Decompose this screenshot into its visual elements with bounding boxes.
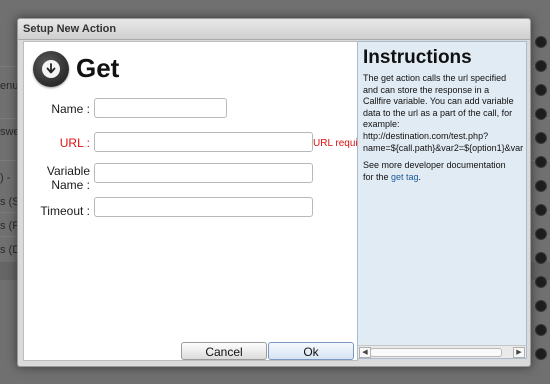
name-label: Name :	[51, 102, 90, 116]
background-action-icon	[535, 276, 547, 288]
cancel-button[interactable]: Cancel	[181, 342, 267, 360]
setup-action-dialog: Setup New Action Get Name : URL : URL re…	[17, 18, 531, 367]
action-form: Get Name : URL : URL required Variable N…	[23, 41, 372, 361]
background-action-icon	[535, 252, 547, 264]
download-arrow-icon	[33, 51, 69, 87]
instructions-body: The get action calls the url specified a…	[363, 73, 524, 153]
timeout-label: Timeout :	[40, 204, 90, 218]
get-tag-link[interactable]: get tag	[391, 172, 419, 182]
action-title: Get	[76, 53, 120, 83]
background-action-icon	[535, 60, 547, 72]
variable-label-line1: Variable	[46, 164, 90, 178]
url-label: URL :	[59, 136, 90, 150]
instructions-title: Instructions	[363, 47, 472, 68]
name-input[interactable]	[94, 98, 227, 118]
background-action-icon	[535, 300, 547, 312]
url-input[interactable]	[94, 132, 313, 152]
instructions-panel: Instructions The get action calls the ur…	[357, 41, 527, 359]
dialog-title: Setup New Action	[23, 23, 117, 35]
background-action-icon	[535, 228, 547, 240]
background-text: enu	[0, 80, 19, 92]
more-prefix: See more developer documentation for the	[363, 160, 506, 182]
background-action-icon	[535, 204, 547, 216]
background-action-icon	[535, 348, 547, 360]
background-action-icon	[535, 324, 547, 336]
instructions-more: See more developer documentation for the…	[363, 160, 506, 183]
dialog-titlebar[interactable]: Setup New Action	[18, 19, 530, 40]
horizontal-scrollbar[interactable]: ◀ ▶	[358, 345, 526, 358]
background-action-icon	[535, 36, 547, 48]
background-action-icon	[535, 132, 547, 144]
more-suffix: .	[418, 171, 422, 182]
background-action-icon	[535, 84, 547, 96]
variable-label-line2: Name :	[51, 178, 90, 192]
background-action-icon	[535, 180, 547, 192]
scrollbar-thumb[interactable]	[370, 348, 502, 357]
ok-button[interactable]: Ok	[268, 342, 354, 360]
background-text: ) -	[0, 172, 11, 184]
right-arrow-icon[interactable]: ▶	[513, 347, 525, 358]
background-action-icon	[535, 108, 547, 120]
timeout-input[interactable]	[94, 197, 313, 217]
background-action-icon	[535, 156, 547, 168]
variable-name-input[interactable]	[94, 163, 313, 183]
